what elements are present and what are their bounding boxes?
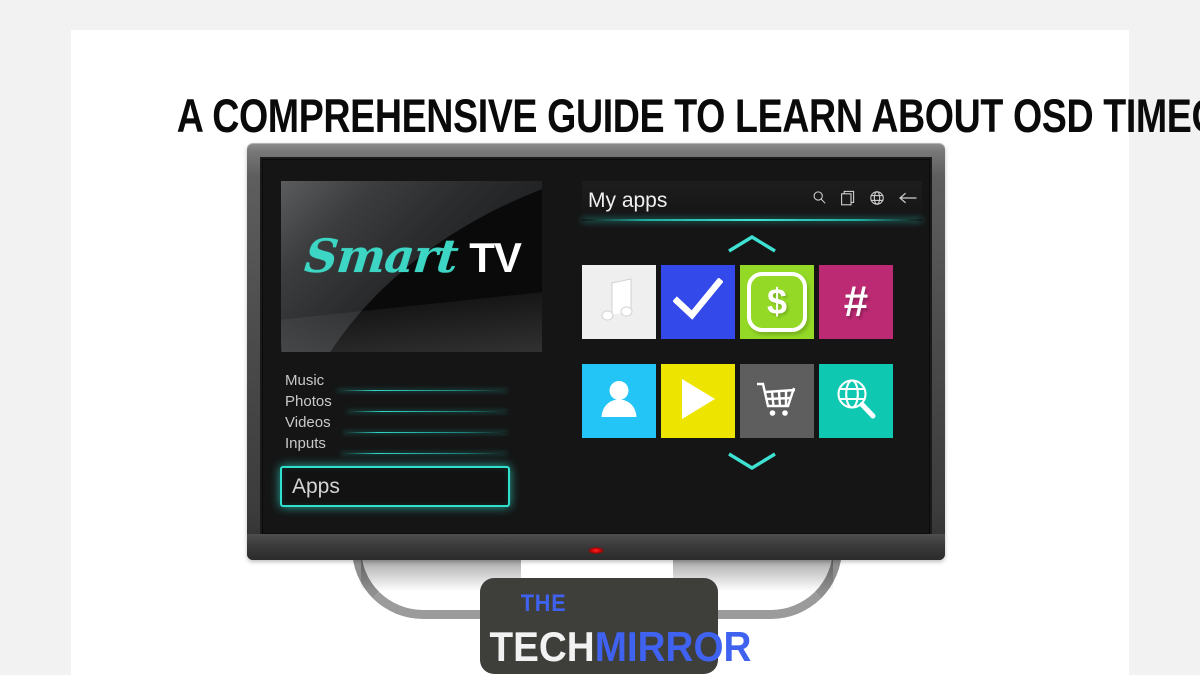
menu-item-apps-selected[interactable]: Apps [280,466,510,507]
dollar-icon: $ [747,272,807,332]
tv-menu-list: Music Photos Videos Inputs [281,371,507,455]
my-apps-title: My apps [588,188,668,212]
money-app-tile[interactable]: $ [740,265,814,339]
brand-block-word: TV [469,234,522,281]
play-icon [677,376,719,427]
article-panel: A COMPREHENSIVE GUIDE TO LEARN ABOUT OSD… [71,30,1200,675]
my-apps-header: My apps [582,181,922,221]
menu-item-label: Photos [285,393,332,410]
brand-script-word: Smart [302,229,461,283]
shopping-cart-icon [754,379,800,424]
checkmark-icon [672,276,724,327]
menu-item-underline [337,390,507,391]
my-apps-header-icons [812,190,922,211]
tv-screen: Smart TV Music Photos Videos Inputs Apps… [260,157,932,536]
music-note-app-tile[interactable] [582,265,656,339]
menu-item-underline [347,411,507,412]
logo-tech-text: TECH [489,623,595,670]
smart-tv-illustration: Smart TV Music Photos Videos Inputs Apps… [247,143,945,619]
site-logo: THE TECHMIRROR [480,578,752,674]
menu-item-label: Videos [285,414,331,431]
music-note-icon [601,277,637,328]
video-app-tile[interactable] [661,364,735,438]
my-apps-header-underline [582,219,922,221]
tv-bezel: Smart TV Music Photos Videos Inputs Apps… [247,143,945,560]
back-arrow-icon[interactable] [898,191,918,210]
app-tiles-row-1: $ # [582,265,922,339]
menu-item-underline [341,453,507,454]
search-icon[interactable] [812,190,827,210]
checkmark-app-tile[interactable] [661,265,735,339]
menu-item-underline [343,432,507,433]
logo-mirror-text: MIRROR [594,623,752,670]
globe-magnifier-icon [833,376,879,427]
smart-tv-brand-panel: Smart TV [281,181,542,352]
profile-app-tile[interactable] [582,364,656,438]
page-title: A COMPREHENSIVE GUIDE TO LEARN ABOUT OSD… [176,89,1200,143]
tv-left-column: Smart TV [281,181,542,352]
menu-item-label: Music [285,372,325,389]
windows-copy-icon[interactable] [840,190,856,211]
globe-icon[interactable] [869,190,885,211]
chevron-down-icon[interactable] [582,444,922,478]
hashtag-app-tile[interactable]: # [819,265,893,339]
power-led-indicator [588,547,604,554]
menu-item-label: Inputs [285,435,326,452]
browser-search-app-tile[interactable] [819,364,893,438]
person-icon [597,377,641,426]
chevron-up-icon[interactable] [582,227,922,261]
menu-item-videos[interactable]: Videos [281,413,507,433]
my-apps-panel: My apps $ # [582,181,922,478]
menu-item-label: Apps [292,475,340,498]
hash-icon: # [843,277,869,326]
store-app-tile[interactable] [740,364,814,438]
logo-the-text: THE [520,590,567,617]
app-tiles-row-2 [582,364,922,438]
dollar-glyph: $ [766,281,788,322]
menu-item-music[interactable]: Music [281,371,507,391]
menu-item-photos[interactable]: Photos [281,392,507,412]
menu-item-inputs[interactable]: Inputs [281,434,507,454]
logo-main-text: TECHMIRROR [489,623,752,670]
